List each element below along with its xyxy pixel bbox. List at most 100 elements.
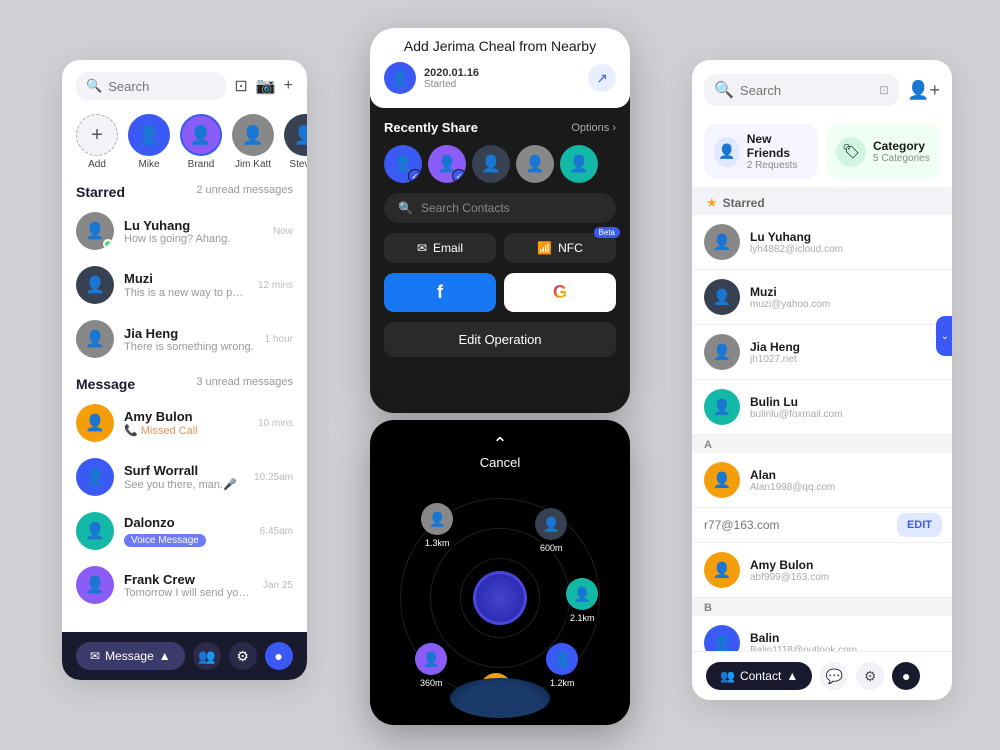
active-nav-icon[interactable]: ● <box>892 662 920 690</box>
facebook-button[interactable]: f <box>384 273 496 312</box>
story-brand[interactable]: 👤 Brand <box>180 114 222 170</box>
right-cards: 👤 New Friends 2 Requests 🏷 Category 5 Ca… <box>692 116 952 187</box>
options-link[interactable]: Options › <box>571 122 616 134</box>
share-top-title: Add Jerima Cheal from Nearby <box>384 38 616 54</box>
mike-avatar[interactable]: 👤 <box>128 114 170 156</box>
rs-avatar-2[interactable]: 👤✓ <box>428 145 466 183</box>
google-icon: G <box>553 282 567 303</box>
message-badge: 3 unread messages <box>196 376 293 392</box>
jimkatt-avatar[interactable]: 👤 <box>232 114 274 156</box>
contact-button[interactable]: 👥 Contact ▲ <box>706 662 812 690</box>
radar-avatar-5: 👤 <box>415 643 447 675</box>
contact-info: Jia Heng There is something wrong. <box>124 326 255 353</box>
edit-operation-button[interactable]: Edit Operation <box>384 322 616 357</box>
nfc-button[interactable]: 📶 NFC Beta <box>504 233 616 263</box>
table-row[interactable]: 👤 Dalonzo Voice Message 6:45am <box>62 504 307 558</box>
chevron-up-icon: ▲ <box>786 669 798 683</box>
scroll-indicator[interactable]: ⌄ <box>936 316 952 356</box>
message-nav-icon[interactable]: 💬 <box>820 662 848 690</box>
google-button[interactable]: G <box>504 273 616 312</box>
share-forward-btn[interactable]: ↗ <box>588 64 616 92</box>
contact-icon: 👥 <box>720 669 735 683</box>
contact-info: Dalonzo Voice Message <box>124 515 250 548</box>
edit-inline-row: EDIT <box>692 508 952 543</box>
story-mike[interactable]: 👤 Mike <box>128 114 170 170</box>
starred-contact-list: 👤 Lu Yuhang How is going? Ahang. Now 👤 M… <box>62 204 307 632</box>
camera-icon[interactable]: 📷 <box>256 76 276 96</box>
scan-icon[interactable]: ⊡ <box>234 76 247 96</box>
radar-person-4[interactable]: 👤 1.2km <box>545 643 580 689</box>
right-search-wrap[interactable]: 🔍 ⊡ <box>704 74 899 106</box>
table-row[interactable]: 👤 Frank Crew Tomorrow I will send you th… <box>62 558 307 612</box>
contact-time: 10 mins <box>258 418 293 429</box>
steven-avatar[interactable]: 👤 <box>284 114 307 156</box>
rs-avatar-1[interactable]: 👤✓ <box>384 145 422 183</box>
new-friends-card[interactable]: 👤 New Friends 2 Requests <box>704 124 818 179</box>
search-contacts-bar[interactable]: 🔍 Search Contacts <box>384 193 616 223</box>
contact-name: Muzi <box>750 285 940 299</box>
message-button[interactable]: ✉ Message ▲ <box>76 642 185 670</box>
list-item[interactable]: 👤 Lu Yuhang lyh4882@icloud.com <box>692 215 952 270</box>
message-icon: ✉ <box>90 649 100 663</box>
alpha-label-b: B <box>692 598 952 616</box>
category-card[interactable]: 🏷 Category 5 Categories <box>826 124 940 179</box>
contact-name: Bulin Lu <box>750 395 940 409</box>
radar-earth <box>450 678 550 718</box>
email-button[interactable]: ✉ Email <box>384 233 496 263</box>
radar-person-1[interactable]: 👤 1.3km <box>420 503 455 549</box>
table-row[interactable]: 👤 Muzi This is a new way to pay. 💰 12 mi… <box>62 258 307 312</box>
edit-button[interactable]: EDIT <box>897 513 942 537</box>
right-search-input[interactable] <box>740 83 873 98</box>
active-icon[interactable]: ● <box>265 642 293 670</box>
avatar: 👤 <box>76 512 114 550</box>
radar-person-5[interactable]: 👤 360m <box>415 643 448 689</box>
radar-area: 👤 1.3km 👤 600m 👤 2.1km 👤 1.2km 👤 360m 👤 … <box>370 478 630 718</box>
chevron-up-icon: ▲ <box>159 649 171 663</box>
contact-msg: There is something wrong. <box>124 341 255 353</box>
story-add[interactable]: + Add <box>76 114 118 170</box>
list-item[interactable]: 👤 Muzi muzi@yahoo.com <box>692 270 952 325</box>
story-steven[interactable]: 👤 Steven <box>284 114 307 170</box>
settings-icon[interactable]: ⚙ <box>229 642 257 670</box>
radar-cancel-label: ⌃ Cancel <box>370 420 630 478</box>
contact-email: jh1027.net <box>750 354 940 365</box>
add-contact-icon[interactable]: 👤+ <box>907 80 940 101</box>
table-row[interactable]: 👤 Amy Bulon 📞 Missed Call 10 mins <box>62 396 307 450</box>
starred-badge: 2 unread messages <box>196 184 293 200</box>
search-input[interactable] <box>108 79 216 94</box>
add-icon[interactable]: + <box>284 77 293 95</box>
table-row[interactable]: 👤 Jia Heng There is something wrong. 1 h… <box>62 312 307 366</box>
rs-avatar-4[interactable]: 👤 <box>516 145 554 183</box>
brand-avatar[interactable]: 👤 <box>180 114 222 156</box>
brand-label: Brand <box>188 159 215 170</box>
rs-avatar-5[interactable]: 👤 <box>560 145 598 183</box>
contact-email: Alan1998@qq.com <box>750 482 940 493</box>
rs-avatar-3[interactable]: 👤 <box>472 145 510 183</box>
radar-person-2[interactable]: 👤 600m <box>535 508 568 554</box>
share-options: ✉ Email 📶 NFC Beta <box>384 233 616 263</box>
table-row[interactable]: 👤 Surf Worrall See you there, man.🎤 10:2… <box>62 450 307 504</box>
list-item[interactable]: 👤 Jia Heng jh1027.net <box>692 325 952 380</box>
contact-btn-label: Contact <box>740 669 781 683</box>
table-row[interactable]: 👤 Lu Yuhang How is going? Ahang. Now <box>62 204 307 258</box>
share-top: Add Jerima Cheal from Nearby 👤 2020.01.1… <box>370 28 630 108</box>
settings-nav-icon[interactable]: ⚙ <box>856 662 884 690</box>
category-title: Category <box>873 139 930 153</box>
edit-email-input[interactable] <box>692 508 897 542</box>
contact-msg: 📞 Missed Call <box>124 424 248 437</box>
left-search-wrap[interactable]: 🔍 <box>76 72 226 100</box>
list-item[interactable]: 👤 Bulin Lu bulinlu@foxmail.com <box>692 380 952 435</box>
radar-person-3[interactable]: 👤 2.1km <box>565 578 600 624</box>
list-item[interactable]: 👤 Amy Bulon abf999@163.com <box>692 543 952 598</box>
people-icon[interactable]: 👥 <box>193 642 221 670</box>
email-label: Email <box>433 241 463 255</box>
category-icon: 🏷 <box>836 137 866 167</box>
list-item[interactable]: 👤 Alan Alan1998@qq.com <box>692 453 952 508</box>
story-jimkatt[interactable]: 👤 Jim Katt <box>232 114 274 170</box>
avatar: 👤 <box>76 404 114 442</box>
new-friends-title: New Friends <box>747 132 808 160</box>
add-story-btn[interactable]: + <box>76 114 118 156</box>
contact-info: Alan Alan1998@qq.com <box>750 468 940 493</box>
contact-email: abf999@163.com <box>750 572 940 583</box>
list-item[interactable]: 👤 Balin Balin1118@outlook.com <box>692 616 952 651</box>
